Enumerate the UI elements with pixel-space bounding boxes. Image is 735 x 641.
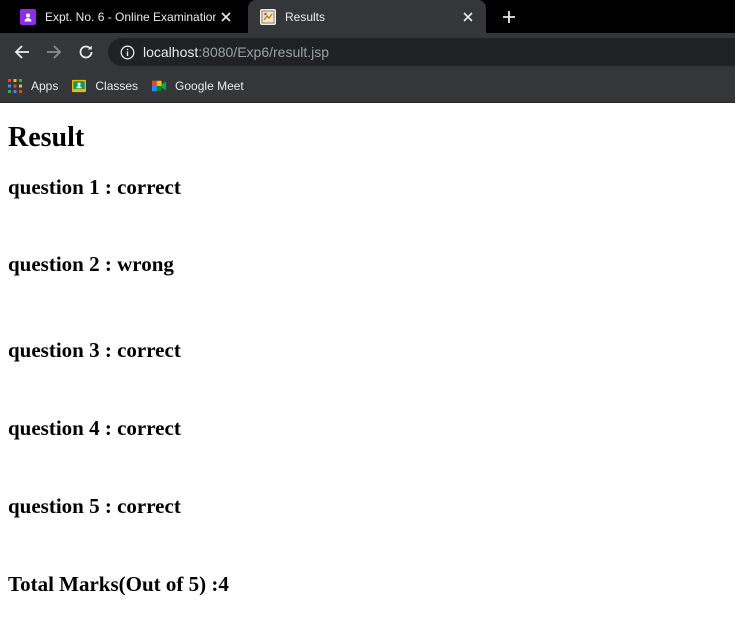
- arrow-left-icon: [14, 45, 29, 59]
- classroom-icon: [72, 79, 87, 93]
- bookmark-label: Google Meet: [175, 79, 244, 93]
- bookmarks-bar: Apps Classes Google Meet: [0, 70, 735, 103]
- forward-button[interactable]: [42, 40, 66, 64]
- url-host: localhost: [143, 44, 199, 60]
- reload-icon: [79, 45, 93, 59]
- results-page-icon: [260, 8, 276, 25]
- reload-button[interactable]: [74, 40, 98, 64]
- bookmark-apps[interactable]: Apps: [0, 74, 64, 98]
- plus-icon: [503, 11, 515, 23]
- bookmark-label: Apps: [31, 79, 59, 93]
- tab-online-examination[interactable]: Expt. No. 6 - Online Examination: [8, 0, 244, 33]
- new-tab-button[interactable]: [498, 6, 520, 28]
- url-path: :8080/Exp6/result.jsp: [198, 44, 330, 60]
- back-button[interactable]: [10, 40, 34, 64]
- question-result: question 5 : correct: [8, 494, 181, 518]
- close-icon[interactable]: [458, 7, 478, 27]
- browser-toolbar: localhost:8080/Exp6/result.jsp: [0, 33, 735, 70]
- total-marks: Total Marks(Out of 5) :4: [8, 572, 229, 596]
- page-title: Result: [8, 122, 85, 153]
- tab-title: Results: [285, 9, 326, 24]
- bookmark-label: Classes: [95, 79, 139, 93]
- google-meet-icon: [152, 79, 167, 93]
- info-icon[interactable]: [119, 44, 135, 60]
- question-result: question 3 : correct: [8, 338, 181, 362]
- bookmark-classes[interactable]: Classes: [64, 74, 144, 98]
- question-result: question 1 : correct: [8, 175, 181, 199]
- question-result: question 2 : wrong: [8, 252, 174, 276]
- tab-strip: Expt. No. 6 - Online Examination Results: [0, 0, 735, 33]
- question-result: question 4 : correct: [8, 416, 181, 440]
- tab-results[interactable]: Results: [248, 0, 486, 33]
- url-text: localhost:8080/Exp6/result.jsp: [143, 44, 329, 60]
- arrow-right-icon: [47, 45, 62, 59]
- close-icon[interactable]: [216, 7, 236, 27]
- bookmark-google-meet[interactable]: Google Meet: [144, 74, 250, 98]
- address-bar[interactable]: localhost:8080/Exp6/result.jsp: [108, 38, 735, 66]
- tab-title: Expt. No. 6 - Online Examination: [45, 9, 216, 24]
- classroom-icon: [20, 8, 36, 25]
- apps-grid-icon: [8, 79, 22, 93]
